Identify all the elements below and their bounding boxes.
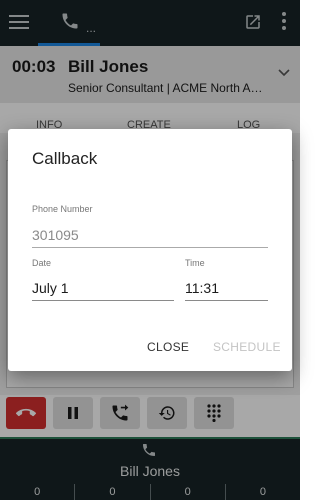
time-underline	[185, 300, 268, 301]
phone-number-field[interactable]: 301095	[32, 227, 79, 243]
phone-number-label: Phone Number	[32, 204, 93, 214]
time-label: Time	[185, 258, 205, 268]
date-label: Date	[32, 258, 52, 268]
date-underline	[32, 300, 174, 301]
callback-dialog: Callback Phone Number 301095 Date July 1…	[8, 129, 292, 371]
date-field[interactable]: July 1	[32, 280, 69, 296]
schedule-button[interactable]: SCHEDULE	[213, 340, 281, 354]
close-button[interactable]: CLOSE	[147, 340, 189, 354]
phone-number-underline	[32, 247, 268, 248]
dialog-title: Callback	[32, 149, 98, 168]
time-field[interactable]: 11:31	[185, 280, 219, 296]
